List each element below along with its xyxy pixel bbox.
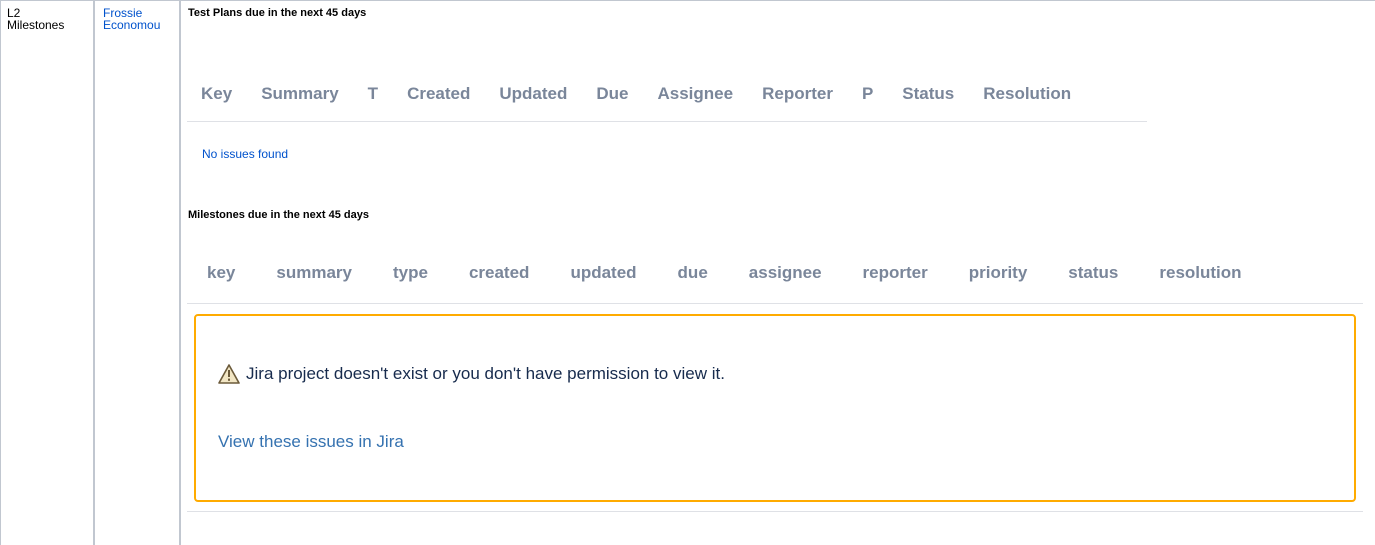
header-divider — [187, 303, 1363, 304]
owner-name-last[interactable]: Economou — [103, 19, 177, 31]
column-header-reporter[interactable]: reporter — [863, 263, 928, 283]
column-header-updated[interactable]: updated — [570, 263, 636, 283]
column-header-summary[interactable]: summary — [276, 263, 352, 283]
column-header-created[interactable]: Created — [407, 84, 470, 104]
bottom-divider — [187, 511, 1363, 512]
issues-cell: Test Plans due in the next 45 days Key S… — [187, 1, 1375, 545]
test-plans-title: Test Plans due in the next 45 days — [188, 7, 367, 19]
milestone-label-line2: Milestones — [7, 18, 65, 32]
column-header-key[interactable]: key — [207, 263, 235, 283]
milestones-title: Milestones due in the next 45 days — [188, 209, 369, 221]
column-header-reporter[interactable]: Reporter — [762, 84, 833, 104]
column-header-type[interactable]: type — [393, 263, 428, 283]
column-header-assignee[interactable]: assignee — [749, 263, 822, 283]
column-header-key[interactable]: Key — [201, 84, 232, 104]
column-header-summary[interactable]: Summary — [261, 84, 338, 104]
column-header-status[interactable]: status — [1068, 263, 1118, 283]
column-header-priority[interactable]: P — [862, 84, 873, 104]
column-header-resolution[interactable]: resolution — [1159, 263, 1241, 283]
milestone-label-cell: L2 Milestones — [7, 7, 91, 31]
warning-triangle-icon — [218, 364, 240, 384]
warning-message-row: Jira project doesn't exist or you don't … — [218, 364, 725, 384]
header-divider — [187, 121, 1147, 122]
warning-message: Jira project doesn't exist or you don't … — [246, 364, 725, 383]
no-issues-message[interactable]: No issues found — [202, 147, 288, 161]
column-header-updated[interactable]: Updated — [499, 84, 567, 104]
table-row: L2 Milestones Frossie Economou Test Plan… — [0, 0, 1375, 545]
column-header-created[interactable]: created — [469, 263, 529, 283]
jira-warning-panel: Jira project doesn't exist or you don't … — [194, 314, 1356, 502]
column-header-due[interactable]: Due — [596, 84, 628, 104]
column-header-assignee[interactable]: Assignee — [658, 84, 734, 104]
column-header-resolution[interactable]: Resolution — [983, 84, 1071, 104]
column-header-status[interactable]: Status — [902, 84, 954, 104]
column-header-priority[interactable]: priority — [969, 263, 1028, 283]
column-divider — [179, 1, 181, 545]
view-in-jira-link[interactable]: View these issues in Jira — [218, 432, 404, 452]
column-header-type[interactable]: T — [368, 84, 378, 104]
test-plans-table-header: Key Summary T Created Updated Due Assign… — [201, 84, 1100, 104]
column-header-due[interactable]: due — [678, 263, 708, 283]
milestones-table-header: key summary type created updated due ass… — [207, 263, 1283, 283]
column-divider — [93, 1, 95, 545]
owner-link[interactable]: Frossie Economou — [103, 7, 177, 31]
